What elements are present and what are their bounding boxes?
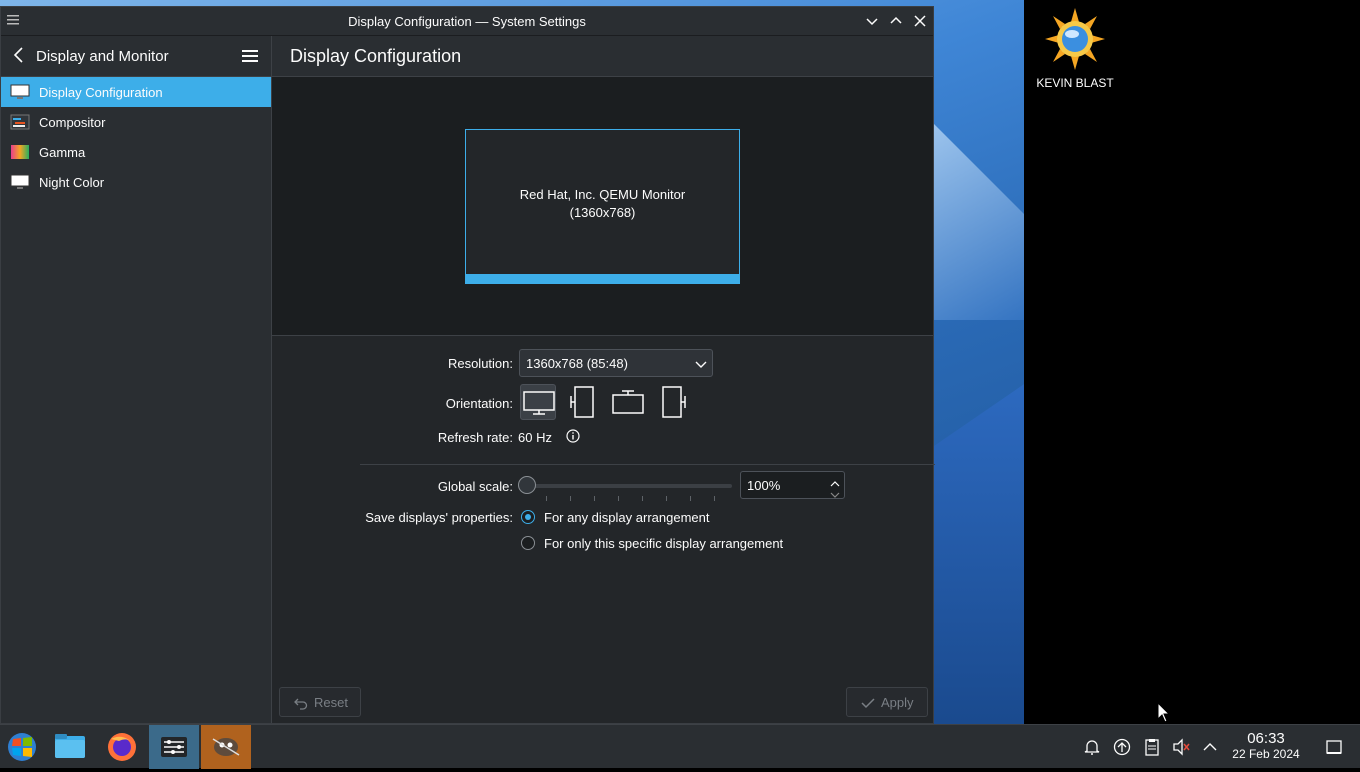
monitor-resolution: (1360x768): [569, 205, 636, 220]
global-scale-slider[interactable]: [528, 484, 732, 488]
sidebar-item-label: Night Color: [39, 175, 105, 190]
chevron-up-icon[interactable]: [830, 476, 840, 487]
notifications-icon[interactable]: [1082, 737, 1102, 757]
desktop-icon-kevin-blast[interactable]: KEVIN BLAST: [1030, 8, 1120, 90]
main-content: Display Configuration Red Hat, Inc. QEMU…: [272, 36, 935, 723]
save-properties-label: Save displays' properties:: [365, 510, 513, 525]
window-title: Display Configuration — System Settings: [348, 14, 586, 29]
sidebar-item-label: Display Configuration: [39, 85, 163, 100]
refresh-rate-label: Refresh rate:: [437, 430, 513, 445]
sidebar-item-gamma[interactable]: Gamma: [1, 137, 271, 167]
digital-clock[interactable]: 06:33 22 Feb 2024: [1226, 730, 1306, 762]
reset-button[interactable]: Reset: [279, 687, 361, 717]
monitor-primary-bar: [466, 274, 739, 283]
slider-tick: [714, 496, 715, 501]
global-scale-spinbox[interactable]: 100%: [740, 471, 845, 499]
titlebar[interactable]: Display Configuration — System Settings: [1, 7, 933, 36]
undo-icon: [294, 696, 308, 710]
update-icon[interactable]: [1112, 737, 1132, 757]
close-button[interactable]: [911, 12, 929, 30]
volume-muted-icon[interactable]: [1171, 737, 1191, 757]
refresh-rate-value: 60 Hz: [518, 430, 552, 445]
sidebar-item-night-color[interactable]: Night Color: [1, 167, 271, 197]
slider-tick: [642, 496, 643, 501]
sidebar-item-label: Compositor: [39, 115, 106, 130]
system-settings-window: Display Configuration — System Settings …: [0, 6, 935, 724]
radio-specific-arrangement-label[interactable]: For only this specific display arrangeme…: [544, 536, 783, 551]
global-scale-label: Global scale:: [437, 479, 513, 494]
resolution-combobox[interactable]: 1360x768 (85:48): [519, 349, 713, 377]
slider-tick: [666, 496, 667, 501]
application-launcher-button[interactable]: [0, 725, 50, 769]
slider-tick: [570, 496, 571, 501]
resolution-value: 1360x768 (85:48): [526, 356, 628, 371]
hamburger-menu-icon[interactable]: [241, 47, 259, 65]
sidebar-header: Display and Monitor: [1, 36, 271, 77]
orientation-portrait-left-button[interactable]: [565, 384, 601, 420]
minimize-button[interactable]: [863, 12, 881, 30]
taskbar: 06:33 22 Feb 2024: [0, 724, 1360, 769]
screen-layout-area: Red Hat, Inc. QEMU Monitor (1360x768): [272, 77, 933, 336]
reset-label: Reset: [314, 695, 348, 710]
orientation-portrait-right-button[interactable]: [655, 384, 691, 420]
slider-handle[interactable]: [518, 476, 536, 494]
clock-date: 22 Feb 2024: [1232, 747, 1300, 761]
display-icon: [10, 84, 30, 100]
desktop-icon-label: KEVIN BLAST: [1036, 76, 1114, 90]
orientation-landscape-button[interactable]: [520, 384, 556, 420]
compositor-icon: [10, 114, 30, 130]
apply-button[interactable]: Apply: [846, 687, 928, 717]
orientation-flipped-button[interactable]: [610, 384, 646, 420]
desktop-black-area: [1024, 0, 1360, 724]
sidebar-item-display-configuration[interactable]: Display Configuration: [1, 77, 271, 107]
night-color-icon: [10, 174, 30, 190]
slider-tick: [594, 496, 595, 501]
sidebar-item-label: Gamma: [39, 145, 86, 160]
mouse-cursor-icon: [1157, 701, 1171, 724]
chevron-up-icon[interactable]: [1200, 737, 1220, 757]
wallpaper-shape: [930, 380, 1024, 724]
chevron-down-icon[interactable]: [830, 487, 840, 498]
sidebar: Display and Monitor Display Configuratio…: [1, 36, 272, 723]
apply-label: Apply: [881, 695, 914, 710]
maximize-button[interactable]: [887, 12, 905, 30]
back-arrow-icon[interactable]: [11, 46, 27, 64]
clipboard-icon[interactable]: [1142, 737, 1162, 757]
slider-tick: [690, 496, 691, 501]
sun-globe-icon: [1045, 8, 1105, 70]
firefox-button[interactable]: [97, 725, 147, 769]
page-title: Display Configuration: [290, 46, 462, 66]
system-settings-task[interactable]: [149, 725, 199, 769]
slider-tick: [546, 496, 547, 501]
sidebar-item-compositor[interactable]: Compositor: [1, 107, 271, 137]
radio-specific-arrangement[interactable]: [521, 536, 535, 550]
file-manager-button[interactable]: [45, 725, 95, 769]
radio-any-arrangement-label[interactable]: For any display arrangement: [544, 510, 709, 525]
monitor-name: Red Hat, Inc. QEMU Monitor: [519, 187, 686, 202]
sidebar-title: Display and Monitor: [36, 48, 169, 65]
info-icon[interactable]: [566, 429, 580, 443]
monitor-label: Red Hat, Inc. QEMU Monitor (1360x768): [466, 186, 739, 222]
gamma-icon: [10, 144, 30, 160]
clock-time: 06:33: [1247, 730, 1285, 747]
orientation-label: Orientation:: [445, 396, 513, 411]
media-app-task[interactable]: [201, 725, 251, 769]
wallpaper-shape: [930, 120, 1024, 320]
content-header: Display Configuration: [272, 36, 933, 77]
checkmark-icon: [861, 696, 875, 710]
slider-tick: [618, 496, 619, 501]
divider: [360, 464, 935, 465]
global-scale-value: 100%: [747, 478, 781, 493]
chevron-down-icon: [695, 358, 707, 368]
resolution-label: Resolution:: [447, 356, 513, 371]
radio-any-arrangement[interactable]: [521, 510, 535, 524]
monitor-output[interactable]: Red Hat, Inc. QEMU Monitor (1360x768): [465, 129, 740, 284]
show-desktop-icon[interactable]: [1324, 737, 1344, 757]
